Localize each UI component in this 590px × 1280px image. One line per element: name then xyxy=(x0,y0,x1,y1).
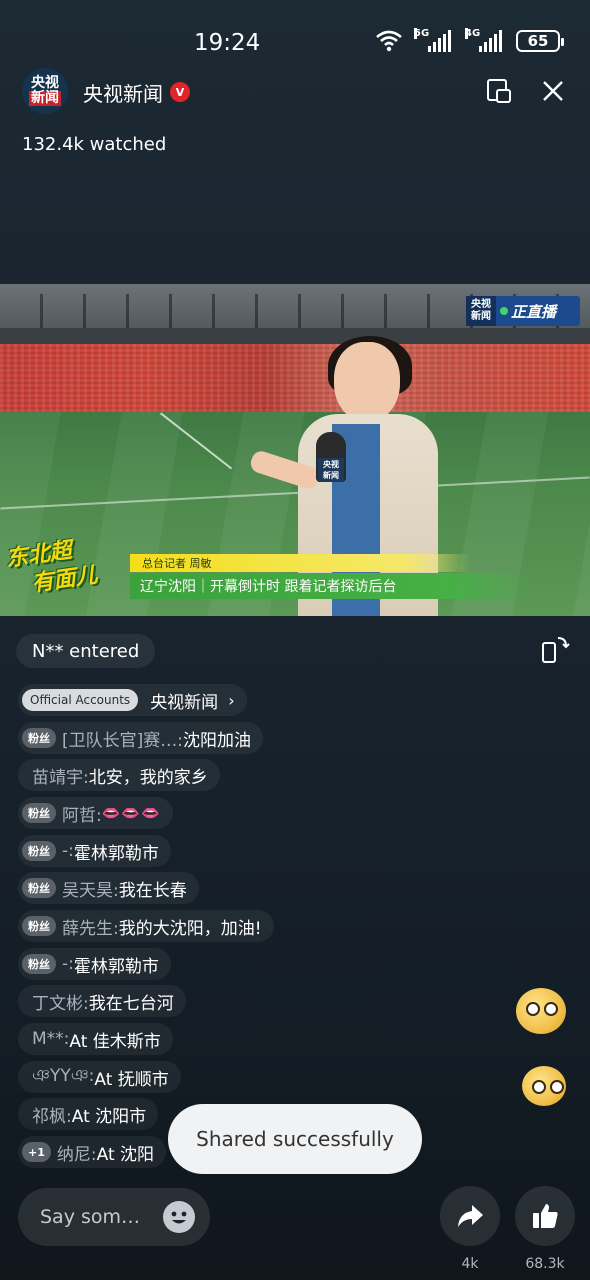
chat-username: 纳尼: xyxy=(56,1144,97,1165)
plus-one-badge: +1 xyxy=(22,1142,51,1162)
chat-message[interactable]: 粉丝 阿哲: 👄👄👄 xyxy=(18,797,173,829)
status-icons: 5G 4G 65 xyxy=(376,28,564,52)
live-logo: 央视 新闻 xyxy=(466,296,496,326)
thumbs-up-icon xyxy=(533,1204,558,1228)
chat-username: 薛先生: xyxy=(62,918,119,939)
chat-message[interactable]: M**: At 佳木斯市 xyxy=(18,1023,173,1055)
picture-in-picture-icon[interactable] xyxy=(486,78,512,104)
rotate-screen-icon[interactable] xyxy=(540,634,570,664)
share-button[interactable] xyxy=(440,1186,500,1246)
share-count: 4k xyxy=(461,1256,479,1272)
fan-badge: 粉丝 xyxy=(22,841,56,861)
official-account-name: 央视新闻 xyxy=(150,692,219,713)
chat-text: 我的大沈阳，加油! xyxy=(118,918,262,939)
chat-message[interactable]: 苗靖宇: 北安，我的家乡 xyxy=(18,759,220,791)
battery-level: 65 xyxy=(527,32,549,50)
chat-text: At 沈阳 xyxy=(96,1144,155,1165)
verified-badge: V xyxy=(170,82,190,102)
chevron-right-icon: › xyxy=(228,690,235,710)
entered-notice: N** entered xyxy=(16,634,156,668)
share-toast: Shared successfully xyxy=(168,1104,422,1174)
fan-badge: 粉丝 xyxy=(22,916,56,936)
chat-text: At 佳木斯市 xyxy=(69,1031,161,1052)
chat-message[interactable]: 粉丝 -: 霍林郭勒市 xyxy=(18,948,171,980)
mic-flag-text-2: 新闻 xyxy=(323,471,339,480)
chat-username: 阿哲: xyxy=(62,805,102,826)
chat-text: 我在七台河 xyxy=(88,993,174,1014)
official-account-message[interactable]: Official Accounts 央视新闻 › xyxy=(18,684,247,716)
chat-username: -: xyxy=(62,954,74,974)
live-dot-icon xyxy=(500,307,508,315)
signal-4g-icon: 4G xyxy=(465,28,502,52)
chat-message[interactable]: +1 纳尼: At 沈阳 xyxy=(18,1136,167,1168)
avatar-text-1: 央视 xyxy=(31,75,59,91)
close-icon[interactable] xyxy=(540,78,566,104)
emoji-icon[interactable] xyxy=(162,1200,196,1234)
fan-badge: 粉丝 xyxy=(22,728,56,748)
live-badge: 央视 新闻 正直播 xyxy=(466,296,580,326)
mic-flag: 央视 新闻 xyxy=(318,458,344,482)
chat-username: ঞYYঞ: xyxy=(32,1066,95,1086)
like-button[interactable] xyxy=(515,1186,575,1246)
chat-message[interactable]: 祁枫: At 沈阳市 xyxy=(18,1098,159,1130)
share-icon xyxy=(458,1205,483,1227)
like-count: 68.3k xyxy=(525,1256,565,1272)
wifi-icon xyxy=(376,30,402,52)
fan-badge: 粉丝 xyxy=(22,803,56,823)
video-headline: 辽宁沈阳｜开幕倒计时 跟着记者探访后台 xyxy=(140,579,397,595)
channel-name[interactable]: 央视新闻 xyxy=(83,78,163,107)
chat-text: 我在长春 xyxy=(118,880,187,901)
chat-username: 祁枫: xyxy=(32,1106,72,1127)
reporter-head xyxy=(334,342,400,422)
live-logo-text-1: 央视 xyxy=(471,299,491,310)
watch-count: 132.4k watched xyxy=(22,134,167,155)
status-time: 19:24 xyxy=(194,30,261,56)
chat-text: At 抚顺市 xyxy=(94,1069,169,1090)
chat-text: 北安，我的家乡 xyxy=(88,767,208,788)
fan-badge: 粉丝 xyxy=(22,878,56,898)
mic-flag-text-1: 央视 xyxy=(323,460,339,469)
chat-message[interactable]: 粉丝 吴天昊: 我在长春 xyxy=(18,872,199,904)
chat-message[interactable]: 粉丝 -: 霍林郭勒市 xyxy=(18,835,171,867)
battery-icon: 65 xyxy=(516,30,564,52)
chat-username: 苗靖宇: xyxy=(32,767,89,788)
official-accounts-badge: Official Accounts xyxy=(22,689,139,711)
fan-badge: 粉丝 xyxy=(22,954,56,974)
chat-message[interactable]: 粉丝 [卫队长官]赛…: 沈阳加油 xyxy=(18,722,263,754)
chat-text: 沈阳加油 xyxy=(183,730,251,751)
chat-username: M**: xyxy=(32,1029,70,1049)
signal-5g-icon: 5G xyxy=(414,28,451,52)
chat-username: 丁文彬: xyxy=(32,993,89,1014)
chat-text: 霍林郭勒市 xyxy=(73,843,159,864)
floating-emoji-icon xyxy=(516,988,566,1034)
chat-username: -: xyxy=(62,841,74,861)
chat-username: 吴天昊: xyxy=(62,880,119,901)
chat-text: 👄👄👄 xyxy=(101,804,161,822)
chat-text: At 沈阳市 xyxy=(71,1106,147,1127)
floating-emoji-icon xyxy=(522,1066,566,1106)
chat-text: 霍林郭勒市 xyxy=(73,956,159,977)
status-bar: 19:24 5G 4G 65 xyxy=(0,0,590,80)
channel-avatar[interactable]: 央视 新闻 xyxy=(22,68,68,114)
chat-message[interactable]: ঞYYঞ: At 抚顺市 xyxy=(18,1061,181,1093)
live-text: 正直播 xyxy=(511,302,557,321)
live-logo-text-2: 新闻 xyxy=(471,311,491,322)
crowd-texture xyxy=(0,344,590,414)
live-video[interactable]: 央视 新闻 央视 新闻 正直播 东北超 有面儿 总台记者 周敏 辽宁沈阳｜开幕倒… xyxy=(0,284,590,616)
chat-username: [卫队长官]赛…: xyxy=(62,730,183,751)
avatar-text-2: 新闻 xyxy=(29,90,61,106)
reporter-label: 总台记者 周敏 xyxy=(142,557,212,570)
chat-message[interactable]: 粉丝 薛先生: 我的大沈阳，加油! xyxy=(18,910,274,942)
chat-message[interactable]: 丁文彬: 我在七台河 xyxy=(18,985,186,1017)
